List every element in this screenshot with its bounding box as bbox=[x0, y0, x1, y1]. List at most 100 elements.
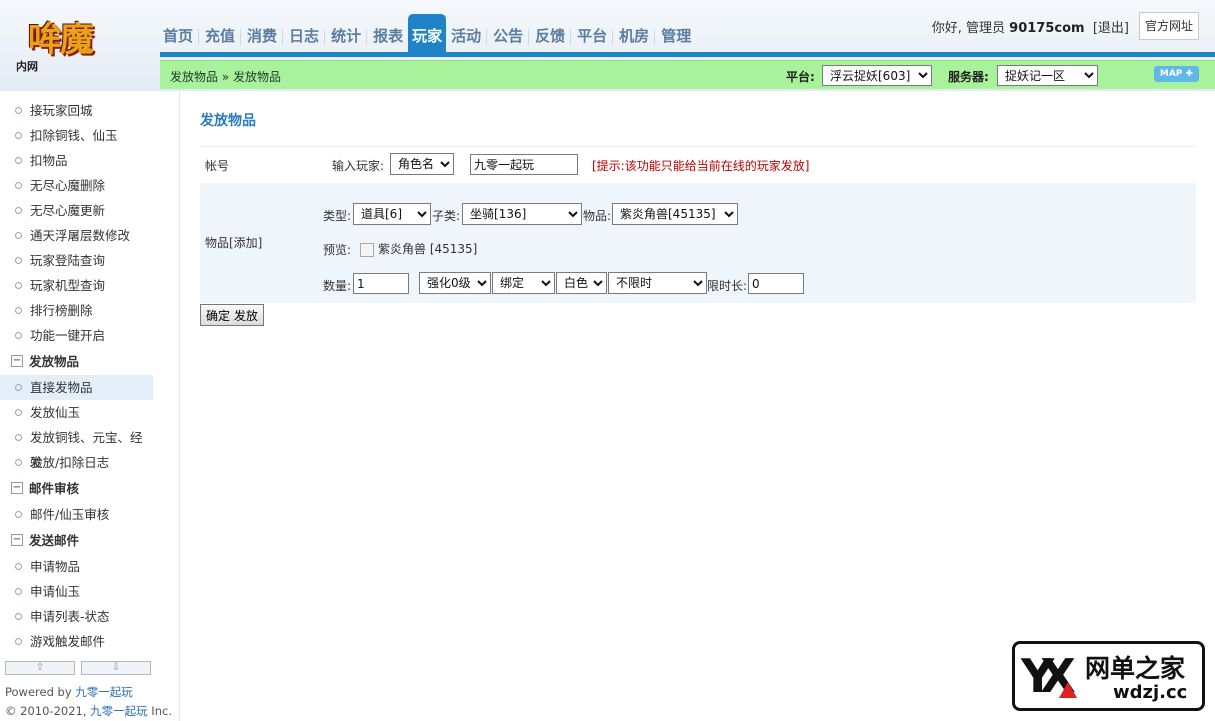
nav-tab[interactable]: 充值 bbox=[202, 14, 238, 52]
sidebar-item[interactable]: 扣物品 bbox=[0, 148, 153, 173]
copyright-suffix: Inc. bbox=[147, 704, 172, 718]
nav-separator bbox=[198, 29, 200, 45]
watermark-en: wdzj.cc bbox=[1113, 682, 1188, 703]
nav-tab[interactable]: 报表 bbox=[370, 14, 406, 52]
account-row: 帐号 输入玩家: 角色名 [提示:该功能只能给当前在线的玩家发放] bbox=[200, 147, 1196, 183]
sidebar-item-direct-give[interactable]: 直接发物品 bbox=[0, 375, 153, 400]
nav-tab[interactable]: 管理 bbox=[658, 14, 694, 52]
nav-tab[interactable]: 玩家 bbox=[408, 14, 447, 52]
copyright-prefix: © 2010-2021, bbox=[5, 704, 91, 718]
sidebar-item[interactable]: 排行榜删除 bbox=[0, 298, 153, 323]
player-type-select[interactable]: 角色名 bbox=[390, 153, 454, 175]
platform-select[interactable]: 浮云捉妖[603] bbox=[822, 65, 932, 86]
nav-tab[interactable]: 公告 bbox=[490, 14, 526, 52]
sidebar-group-label: 发送邮件 bbox=[29, 533, 80, 548]
item-select[interactable]: 紫炎角兽[45135] bbox=[612, 203, 738, 225]
limit-length-label: 限时长: bbox=[707, 279, 748, 293]
header: 哞魔 内网 首页 充值 消费 日志 统计 报表 玩家 活动 公告 反馈 平台 机房 管理 你好, 管理员… bbox=[0, 0, 1215, 91]
watermark: YX 网单之家 wdzj.cc bbox=[1012, 641, 1205, 711]
collapse-icon[interactable]: − bbox=[11, 534, 23, 546]
sidebar-item[interactable]: 发放仙玉 bbox=[0, 400, 153, 425]
scroll-up-button[interactable]: ⇧ bbox=[5, 661, 75, 675]
logout-link[interactable]: [退出] bbox=[1093, 21, 1129, 36]
nav-tab[interactable]: 活动 bbox=[448, 14, 484, 52]
top-nav: 首页 充值 消费 日志 统计 报表 玩家 活动 公告 反馈 平台 机房 管理 bbox=[160, 14, 696, 52]
sidebar-group-send-mail[interactable]: − 发送邮件 bbox=[0, 527, 179, 554]
enhance-select[interactable]: 强化0级 bbox=[419, 272, 491, 294]
bind-select[interactable]: 绑定 bbox=[492, 272, 555, 294]
sidebar-item[interactable]: 申请列表-状态 bbox=[0, 604, 153, 629]
sidebar-group-label: 发放物品 bbox=[29, 354, 80, 369]
sidebar-item[interactable]: 申请仙玉 bbox=[0, 579, 153, 604]
items-row: 物品[添加] 类型: 道具[6] 子类: 坐骑[136] 物品: 紫炎角兽[45… bbox=[200, 183, 1196, 303]
official-site-button[interactable]: 官方网址 bbox=[1139, 12, 1199, 40]
nav-separator bbox=[654, 29, 656, 45]
watermark-triangle-icon bbox=[1059, 682, 1077, 698]
nav-separator bbox=[366, 29, 368, 45]
greeting: 你好, 管理员 bbox=[931, 21, 1006, 36]
sidebar-item[interactable]: 无尽心魔删除 bbox=[0, 173, 153, 198]
item-type-select[interactable]: 道具[6] bbox=[353, 203, 431, 225]
nav-separator bbox=[528, 29, 530, 45]
breadcrumb: 发放物品 » 发放物品 bbox=[170, 70, 281, 84]
sidebar-item[interactable]: 发放/扣除日志 bbox=[0, 450, 153, 475]
nav-tab[interactable]: 首页 bbox=[160, 14, 196, 52]
sidebar-item[interactable]: 玩家机型查询 bbox=[0, 273, 153, 298]
sidebar-item[interactable]: 无尽心魔更新 bbox=[0, 198, 153, 223]
brand-link[interactable]: 九零一起玩 bbox=[75, 685, 133, 699]
nav-tab[interactable]: 反馈 bbox=[532, 14, 568, 52]
collapse-icon[interactable]: − bbox=[11, 355, 23, 367]
scroll-down-button[interactable]: ⇩ bbox=[81, 661, 151, 675]
nav-tab[interactable]: 消费 bbox=[244, 14, 280, 52]
confirm-give-button[interactable]: 确定 发放 bbox=[200, 304, 264, 326]
sidebar-item[interactable]: 申请物品 bbox=[0, 554, 153, 579]
sidebar-item[interactable]: 扣除铜钱、仙玉 bbox=[0, 123, 153, 148]
sidebar-item[interactable]: 发放铜钱、元宝、经验 bbox=[0, 425, 153, 470]
sidebar-item[interactable]: 玩家登陆查询 bbox=[0, 248, 153, 273]
nav-tab[interactable]: 日志 bbox=[286, 14, 322, 52]
server-label: 服务器: bbox=[948, 70, 989, 84]
preview-label: 预览: bbox=[323, 243, 352, 257]
sidebar-item[interactable]: 功能一键开启 bbox=[0, 323, 153, 348]
sidebar-item[interactable]: 邮件/仙玉审核 bbox=[0, 502, 153, 527]
color-select[interactable]: 白色 bbox=[556, 272, 607, 294]
type-label: 类型: bbox=[323, 209, 352, 223]
powered-by: Powered by 九零一起玩 bbox=[5, 684, 133, 700]
nav-underline bbox=[160, 52, 1215, 57]
copyright: © 2010-2021, 九零一起玩 Inc. bbox=[5, 703, 172, 719]
sidebar-group-label: 邮件审核 bbox=[29, 481, 80, 496]
sidebar-group-mail-review[interactable]: − 邮件审核 bbox=[0, 475, 179, 502]
time-limit-select[interactable]: 不限时 bbox=[608, 272, 707, 294]
quantity-label: 数量: bbox=[323, 279, 352, 293]
item-preview: 紫炎角兽 [45135] bbox=[360, 240, 477, 257]
nav-separator bbox=[570, 29, 572, 45]
sidebar-item[interactable]: 通天浮屠层数修改 bbox=[0, 223, 153, 248]
powered-prefix: Powered by bbox=[5, 685, 76, 699]
add-item-label[interactable]: 物品[添加] bbox=[205, 234, 262, 251]
limit-length-input[interactable] bbox=[748, 273, 804, 294]
sidebar-item[interactable]: 游戏触发邮件 bbox=[0, 629, 153, 654]
sidebar-scroll-buttons: ⇧ ⇩ bbox=[5, 661, 155, 675]
nav-tab[interactable]: 平台 bbox=[574, 14, 610, 52]
nav-tab[interactable]: 统计 bbox=[328, 14, 364, 52]
map-button[interactable]: MAP ✚ bbox=[1154, 66, 1199, 82]
brand-link[interactable]: 九零一起玩 bbox=[90, 704, 148, 718]
platform-label: 平台: bbox=[786, 70, 815, 84]
player-name-input[interactable] bbox=[470, 154, 578, 175]
broken-image-icon bbox=[360, 242, 374, 257]
sidebar-group-give-items[interactable]: − 发放物品 bbox=[0, 348, 179, 375]
user-box: 你好, 管理员 90175com [退出] bbox=[932, 17, 1129, 36]
online-only-hint: [提示:该功能只能给当前在线的玩家发放] bbox=[592, 159, 810, 173]
quantity-input[interactable] bbox=[353, 273, 409, 294]
sub-bar: 发放物品 » 发放物品 平台: 浮云捉妖[603] 服务器: 捉妖记一区 MAP… bbox=[160, 60, 1215, 89]
logo-sub: 内网 bbox=[16, 60, 38, 73]
sidebar-item[interactable]: 接玩家回城 bbox=[0, 98, 153, 123]
nav-separator bbox=[612, 29, 614, 45]
server-select[interactable]: 捉妖记一区 bbox=[997, 65, 1098, 86]
item-subtype-select[interactable]: 坐骑[136] bbox=[462, 203, 582, 225]
nav-tab[interactable]: 机房 bbox=[616, 14, 652, 52]
collapse-icon[interactable]: − bbox=[11, 482, 23, 494]
watermark-logo-icon: YX bbox=[1021, 649, 1076, 703]
nav-separator bbox=[324, 29, 326, 45]
main-content: 发放物品 帐号 输入玩家: 角色名 [提示:该功能只能给当前在线的玩家发放] 物… bbox=[181, 91, 1215, 721]
